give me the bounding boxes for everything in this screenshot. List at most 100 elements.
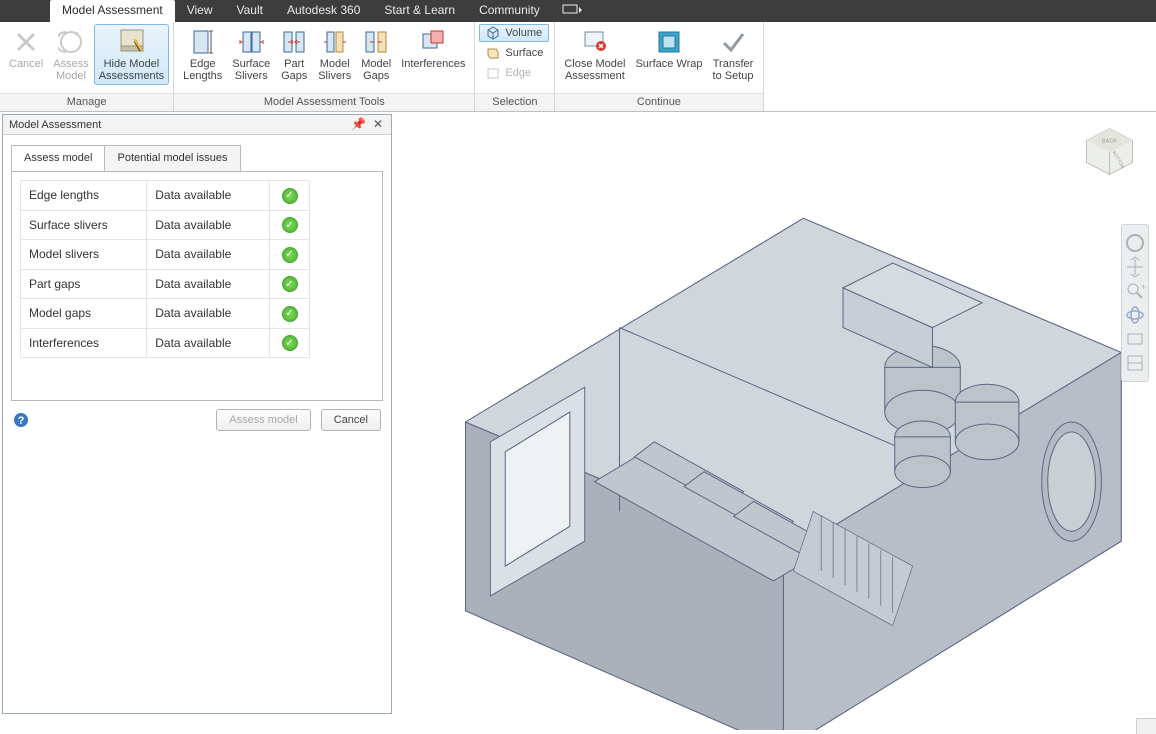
check-icon: ✓ [282,276,298,292]
ribbon-group-selection: Volume Surface Edge Selection [475,22,555,111]
table-row: Surface slivers Data available ✓ [21,210,310,240]
close-assessment-icon [581,28,609,56]
row-status: Data available [147,240,270,270]
check-icon: ✓ [282,335,298,351]
row-check: ✓ [270,328,310,358]
menu-overflow-icon[interactable] [552,0,592,22]
row-check: ✓ [270,210,310,240]
table-row: Part gaps Data available ✓ [21,269,310,299]
table-row: Edge lengths Data available ✓ [21,181,310,211]
edge-label: Edge [505,67,531,79]
row-status: Data available [147,328,270,358]
assess-model-button[interactable]: Assess Model [48,24,93,85]
ribbon-group-title: Manage [0,93,173,111]
model-slivers-icon [321,28,349,56]
edge-icon [486,66,500,80]
cancel-icon [12,28,40,56]
cancel-label: Cancel [9,58,43,70]
menu-tab-autodesk360[interactable]: Autodesk 360 [275,0,372,22]
table-row: Model gaps Data available ✓ [21,299,310,329]
surface-wrap-button[interactable]: Surface Wrap [630,24,707,73]
panel-tabs: Assess model Potential model issues [11,145,383,171]
hide-model-assessments-button[interactable]: Hide Model Assessments [94,24,169,85]
zoom-icon[interactable]: + [1124,280,1146,302]
cancel-panel-button[interactable]: Cancel [321,409,381,431]
edge-lengths-icon [189,28,217,56]
workspace: Model Assessment 📌 ✕ Assess model Potent… [0,112,1156,734]
steering-wheel-icon[interactable] [1124,232,1146,254]
edge-lengths-button[interactable]: Edge Lengths [178,24,227,85]
close-model-assessment-button[interactable]: Close Model Assessment [559,24,630,85]
menu-tab-view[interactable]: View [175,0,225,22]
pan-icon[interactable] [1124,256,1146,278]
hide-label: Hide Model Assessments [99,58,164,82]
transfer-label: Transfer to Setup [713,58,754,82]
part-gaps-button[interactable]: Part Gaps [275,24,313,85]
resize-grip[interactable] [1136,718,1156,734]
table-row: Model slivers Data available ✓ [21,240,310,270]
surface-icon [486,46,500,60]
check-icon: ✓ [282,217,298,233]
look-at-icon[interactable] [1124,328,1146,350]
volume-icon [486,26,500,40]
close-assessment-label: Close Model Assessment [564,58,625,82]
model-gaps-button[interactable]: Model Gaps [356,24,396,85]
model-slivers-button[interactable]: Model Slivers [313,24,356,85]
toggle-icon[interactable] [1124,352,1146,374]
row-status: Data available [147,181,270,211]
row-name: Part gaps [21,269,147,299]
volume-label: Volume [505,27,542,39]
check-icon: ✓ [282,247,298,263]
menu-tab-model-assessment[interactable]: Model Assessment [50,0,175,22]
surface-wrap-icon [655,28,683,56]
panel-content: Edge lengths Data available ✓Surface sli… [11,171,383,401]
panel-close-icon[interactable]: ✕ [371,118,385,132]
tab-potential-issues[interactable]: Potential model issues [104,145,240,171]
selection-edge: Edge [479,64,538,82]
panel-pin-icon[interactable]: 📌 [351,118,365,132]
svg-text:+: + [1141,282,1146,292]
help-icon[interactable]: ? [13,412,29,428]
ribbon-group-manage: Cancel Assess Model Hide Model Assessmen… [0,22,174,111]
menu-bar: Model Assessment View Vault Autodesk 360… [0,0,1156,22]
model-slivers-label: Model Slivers [318,58,351,82]
transfer-to-setup-button[interactable]: Transfer to Setup [708,24,759,85]
ribbon-group-continue: Close Model Assessment Surface Wrap Tran… [555,22,763,111]
menu-tab-vault[interactable]: Vault [225,0,275,22]
ribbon-group-title: Model Assessment Tools [174,93,474,111]
assess-icon [57,28,85,56]
surface-slivers-button[interactable]: Surface Slivers [227,24,275,85]
selection-volume[interactable]: Volume [479,24,549,42]
orbit-icon[interactable] [1124,304,1146,326]
selection-surface[interactable]: Surface [479,44,550,62]
transfer-icon [719,28,747,56]
row-name: Model gaps [21,299,147,329]
part-gaps-icon [280,28,308,56]
row-name: Surface slivers [21,210,147,240]
tab-assess-model[interactable]: Assess model [11,145,105,171]
row-check: ✓ [270,181,310,211]
menu-tab-community[interactable]: Community [467,0,552,22]
interferences-label: Interferences [401,58,465,70]
assess-model-panel-button[interactable]: Assess model [216,409,310,431]
ribbon-group-title: Selection [475,93,554,111]
cancel-button[interactable]: Cancel [4,24,48,73]
interferences-button[interactable]: Interferences [396,24,470,73]
view-cube[interactable]: BACK BOTTOM [1082,124,1137,179]
model-3d-view [395,114,1152,730]
row-check: ✓ [270,269,310,299]
row-status: Data available [147,210,270,240]
part-gaps-label: Part Gaps [281,58,307,82]
panel-title: Model Assessment [9,119,101,131]
row-name: Interferences [21,328,147,358]
surface-slivers-label: Surface Slivers [232,58,270,82]
model-assessment-panel: Model Assessment 📌 ✕ Assess model Potent… [2,114,392,714]
viewport[interactable]: BACK BOTTOM + [395,114,1152,730]
menu-tab-start-learn[interactable]: Start & Learn [372,0,467,22]
ribbon-group-title: Continue [555,93,762,111]
row-name: Model slivers [21,240,147,270]
surface-label: Surface [505,47,543,59]
check-icon: ✓ [282,188,298,204]
row-check: ✓ [270,299,310,329]
row-status: Data available [147,299,270,329]
